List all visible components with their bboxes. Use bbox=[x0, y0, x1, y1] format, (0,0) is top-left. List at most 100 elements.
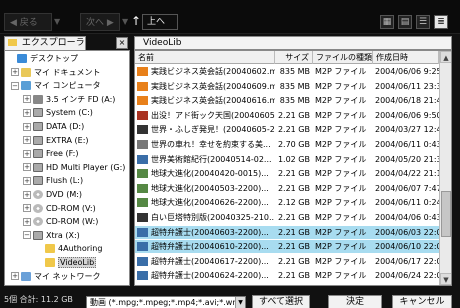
column-type-header[interactable]: ファイルの種類 bbox=[313, 51, 373, 64]
view-large-icons-icon[interactable]: ▦ bbox=[380, 15, 394, 29]
up-arrow-icon[interactable]: ↑ bbox=[130, 14, 142, 28]
file-row[interactable]: 地球大進化(20040503-2200)... 2.21 GB M2P ファイル 20… bbox=[135, 182, 439, 195]
forward-button[interactable]: 次へ ▶ bbox=[80, 13, 120, 31]
scrollbar-thumb[interactable] bbox=[441, 191, 451, 237]
column-date-header[interactable]: 作成日時 bbox=[373, 51, 439, 64]
tree-item[interactable]: +3.5 インチ FD (A:) bbox=[23, 94, 115, 106]
column-size-header[interactable]: サイズ bbox=[275, 51, 313, 64]
file-type: M2P ファイル bbox=[315, 183, 367, 193]
tree-item[interactable]: 4Authoring bbox=[35, 243, 102, 255]
scroll-down-icon[interactable]: ▼ bbox=[440, 273, 451, 285]
expand-icon[interactable]: + bbox=[11, 68, 19, 77]
file-name-cell: 超特弁護士(20040603-2200)... bbox=[135, 226, 275, 239]
tree-item[interactable]: + Flush (L:) bbox=[23, 175, 83, 187]
tree-item[interactable]: − Xtra (X:) bbox=[23, 230, 80, 242]
tree-item-label: Free (F:) bbox=[46, 149, 79, 159]
file-row[interactable]: 超特弁護士(20040624-2200)... 2.21 GB M2P ファイル 20… bbox=[135, 269, 439, 282]
collapse-icon[interactable]: − bbox=[23, 231, 31, 240]
cd-icon bbox=[33, 217, 43, 227]
file-row[interactable]: 超特弁護士(20040617-2200)... 2.21 GB M2P ファイル 20… bbox=[135, 255, 439, 268]
ok-button[interactable]: 決定 bbox=[328, 295, 382, 308]
tree-item[interactable]: + Free (F:) bbox=[23, 148, 78, 160]
tree-item[interactable]: VideoLib bbox=[35, 257, 97, 269]
close-pane-icon[interactable]: × bbox=[116, 37, 128, 49]
tree-item[interactable]: + DVD (M:) bbox=[23, 189, 82, 201]
back-button[interactable]: ◀ 戻る bbox=[4, 13, 52, 31]
file-row[interactable]: 実践ビジネス英会話(20040602.m2p 835 MB M2P ファイル 2004… bbox=[135, 65, 439, 78]
file-type-filter[interactable]: 動画 (*.mpg;*.mpeg;*.mp4;*.avi;*.wmv;*.m2 … bbox=[86, 296, 246, 308]
file-name: 地球大進化(20040626-2200)... bbox=[151, 198, 269, 208]
folder-tree[interactable]: デスクトップ + マイ ドキュメント − マイ コンピュータ +3.5 インチ FD (A… bbox=[4, 50, 130, 286]
file-size: 835 MB bbox=[279, 81, 310, 91]
expand-icon[interactable]: + bbox=[23, 190, 31, 199]
drive-icon bbox=[33, 230, 43, 240]
file-name-cell: 実践ビジネス英会話(20040602.m2p bbox=[135, 65, 275, 78]
back-dropdown-icon[interactable]: ▼ bbox=[54, 17, 60, 26]
expand-icon[interactable]: + bbox=[23, 122, 31, 131]
file-row[interactable]: 地球大進化(20040420-0015)... 2.21 GB M2P ファイル 20… bbox=[135, 167, 439, 180]
chevron-down-icon[interactable]: ▼ bbox=[235, 297, 245, 308]
expand-icon[interactable]: + bbox=[23, 217, 31, 226]
file-row[interactable]: 白い巨塔特別版(20040325-210... 2.21 GB M2P ファイル 20… bbox=[135, 211, 439, 224]
expand-icon[interactable]: + bbox=[23, 95, 31, 104]
expand-icon[interactable]: + bbox=[23, 176, 31, 185]
column-name-header[interactable]: 名前 bbox=[135, 51, 275, 64]
tree-item[interactable]: + HD Multi Player (G:) bbox=[23, 162, 125, 174]
file-list[interactable]: 名前 サイズ ファイルの種類 作成日時 ▲ ▼ 実践ビジネス英会話(200406… bbox=[134, 50, 452, 286]
forward-dropdown-icon[interactable]: ▼ bbox=[122, 17, 128, 26]
file-size: 2.21 GB bbox=[277, 110, 310, 120]
tree-item[interactable]: + CD-ROM (W:) bbox=[23, 216, 98, 228]
video-thumbnail-icon bbox=[137, 96, 148, 106]
tree-item[interactable]: + EXTRA (E:) bbox=[23, 135, 89, 147]
explorer-tab[interactable]: エクスプローラ bbox=[4, 36, 86, 50]
explorer-tab-label: エクスプローラ bbox=[21, 38, 85, 48]
file-name: 実践ビジネス英会話(20040602.m2p bbox=[151, 67, 275, 76]
video-thumbnail-icon bbox=[137, 213, 148, 222]
tree-item[interactable]: + CD-ROM (V:) bbox=[23, 203, 96, 215]
file-row[interactable]: 出没！アド街ック天国(20040605... 2.21 GB M2P ファイル 200… bbox=[135, 109, 439, 122]
tree-item[interactable]: + DATA (D:) bbox=[23, 121, 84, 133]
file-row[interactable]: 世界美術館紀行(20040514-02... 1.02 GB M2P ファイル 200… bbox=[135, 153, 439, 166]
expand-icon[interactable]: + bbox=[23, 204, 31, 213]
file-row[interactable]: 超特弁護士(20040603-2200)... 2.21 GB M2P ファイル 20… bbox=[135, 225, 439, 239]
forward-arrow-icon: ▶ bbox=[106, 18, 114, 28]
select-all-button[interactable]: すべて選択 bbox=[252, 295, 310, 308]
file-row[interactable]: 超特弁護士(20040610-2200)... 2.21 GB M2P ファイル 20… bbox=[135, 240, 439, 254]
back-label: 戻る bbox=[19, 18, 38, 28]
file-row[interactable]: 地球大進化(20040626-2200)... 2.12 GB M2P ファイル 20… bbox=[135, 196, 439, 209]
expand-icon[interactable]: + bbox=[23, 108, 31, 117]
file-name: 超特弁護士(20040624-2200)... bbox=[151, 271, 269, 281]
expand-icon[interactable]: + bbox=[11, 272, 19, 281]
up-button[interactable]: 上へ bbox=[142, 14, 178, 30]
file-date: 2004/06/11 0:43 bbox=[375, 140, 439, 149]
file-size: 2.21 GB bbox=[277, 227, 310, 237]
tree-item[interactable]: デスクトップ bbox=[7, 53, 78, 65]
expand-icon[interactable]: + bbox=[23, 149, 31, 158]
file-date: 2004/06/17 22:06 bbox=[375, 256, 439, 266]
file-date: 2004/04/22 21:15 bbox=[375, 169, 439, 179]
tree-item-label: HD Multi Player (G:) bbox=[46, 162, 126, 172]
view-small-icons-icon[interactable]: ▤ bbox=[398, 15, 412, 29]
file-type: M2P ファイル bbox=[315, 96, 367, 106]
tree-item[interactable]: + マイ ネットワーク bbox=[11, 271, 101, 283]
video-thumbnail-icon bbox=[137, 154, 148, 164]
collapse-icon[interactable]: − bbox=[11, 81, 19, 90]
video-thumbnail-icon bbox=[137, 81, 148, 91]
view-details-icon[interactable]: ≣ bbox=[434, 15, 448, 29]
expand-icon[interactable]: + bbox=[23, 163, 31, 172]
scroll-up-icon[interactable]: ▲ bbox=[440, 51, 451, 63]
tree-item-label: Xtra (X:) bbox=[46, 230, 80, 240]
tree-item[interactable]: + System (C:) bbox=[23, 107, 93, 119]
vertical-scrollbar[interactable]: ▲ ▼ bbox=[439, 51, 451, 285]
tree-item[interactable]: − マイ コンピュータ bbox=[11, 80, 101, 92]
expand-icon[interactable]: + bbox=[23, 136, 31, 145]
file-row[interactable]: 実践ビジネス英会話(20040609.m2p 835 MB M2P ファイル 2004… bbox=[135, 80, 439, 93]
tree-item[interactable]: + マイ ドキュメント bbox=[11, 67, 101, 79]
file-row[interactable]: 実践ビジネス英会話(20040616.m2p 835 MB M2P ファイル 2004… bbox=[135, 94, 439, 107]
file-row[interactable]: 世界の車れ！幸せを約束する美... 2.70 GB M2P ファイル 2004/06/… bbox=[135, 138, 439, 151]
view-list-icon[interactable]: ☰ bbox=[416, 15, 430, 29]
file-name: 超特弁護士(20040617-2200)... bbox=[151, 256, 269, 266]
file-type: M2P ファイル bbox=[315, 110, 367, 120]
cancel-button[interactable]: キャンセル bbox=[392, 295, 452, 308]
file-row[interactable]: 世界・ふしぎ発見！(20040605-2... 2.21 GB M2P ファイル 20… bbox=[135, 123, 439, 136]
